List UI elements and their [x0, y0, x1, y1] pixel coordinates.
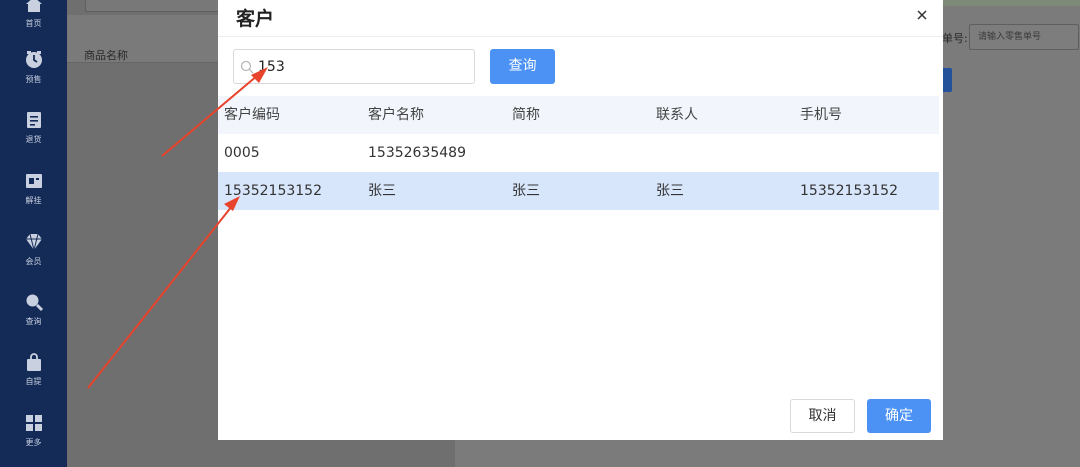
order-number-label: 单号:	[942, 32, 968, 45]
customer-search-field[interactable]	[233, 49, 475, 84]
sidebar-item-more[interactable]: 更多	[0, 413, 67, 467]
sidebar-item-label: 更多	[25, 438, 42, 447]
order-action-button[interactable]	[942, 68, 952, 92]
table-cell: 15352153152	[224, 183, 322, 199]
customer-search-input[interactable]	[258, 56, 468, 78]
search-icon	[26, 294, 43, 312]
sidebar: 首页 预售 退货 解挂 会员 查询 自提 更多	[0, 0, 67, 467]
sidebar-item-home[interactable]: 首页	[0, 0, 67, 48]
sidebar-item-label: 退货	[25, 135, 42, 144]
cancel-button[interactable]: 取消	[790, 399, 855, 433]
sidebar-item-member[interactable]: 会员	[0, 232, 67, 286]
customer-dialog: 客户 查询 客户编码 客户名称 简称 联系人 手机号 0005 15352635…	[218, 0, 943, 440]
dialog-title: 客户	[236, 8, 275, 30]
bag-icon	[26, 353, 41, 371]
column-header: 客户名称	[368, 107, 424, 123]
column-header: 手机号	[800, 107, 842, 123]
close-button[interactable]	[915, 8, 929, 22]
table-header: 客户编码 客户名称 简称 联系人 手机号	[218, 96, 939, 134]
sidebar-item-label: 解挂	[25, 196, 42, 205]
sidebar-item-label: 查询	[25, 317, 42, 326]
confirm-button[interactable]: 确定	[867, 399, 931, 433]
sidebar-item-unhang[interactable]: 解挂	[0, 171, 67, 225]
column-header: 客户编码	[224, 107, 280, 123]
home-icon	[25, 0, 42, 12]
clock-icon	[25, 51, 42, 68]
table-cell: 15352635489	[368, 145, 466, 161]
query-button[interactable]: 查询	[490, 49, 555, 84]
table-cell: 张三	[368, 183, 396, 199]
ticket-icon	[25, 174, 42, 188]
table-row-selected[interactable]: 15352153152 张三 张三 张三 15352153152	[218, 172, 939, 210]
column-product-name: 商品名称	[84, 49, 128, 62]
table-cell: 15352153152	[800, 183, 898, 199]
diamond-icon	[25, 233, 42, 251]
document-icon	[26, 112, 41, 128]
sidebar-item-presale[interactable]: 预售	[0, 50, 67, 104]
column-header: 联系人	[656, 107, 698, 123]
table-cell: 张三	[512, 183, 540, 199]
sidebar-item-return[interactable]: 退货	[0, 110, 67, 164]
sidebar-item-pickup[interactable]: 自提	[0, 352, 67, 406]
table-cell: 张三	[656, 183, 684, 199]
table-row[interactable]: 0005 15352635489	[218, 134, 939, 172]
sidebar-item-label: 首页	[25, 19, 42, 28]
search-icon	[240, 60, 254, 74]
sidebar-item-label: 自提	[25, 377, 42, 386]
order-number-input[interactable]: 请输入零售单号	[969, 24, 1079, 50]
product-search-input[interactable]	[85, 0, 235, 12]
grid-icon	[25, 415, 42, 431]
dialog-divider	[218, 36, 943, 37]
customer-table: 客户编码 客户名称 简称 联系人 手机号 0005 15352635489 15…	[218, 96, 939, 210]
close-icon	[917, 10, 927, 20]
table-cell: 0005	[224, 145, 260, 161]
column-header: 简称	[512, 107, 540, 123]
sidebar-item-query[interactable]: 查询	[0, 292, 67, 346]
sidebar-item-label: 会员	[25, 257, 42, 266]
sidebar-item-label: 预售	[25, 75, 42, 84]
